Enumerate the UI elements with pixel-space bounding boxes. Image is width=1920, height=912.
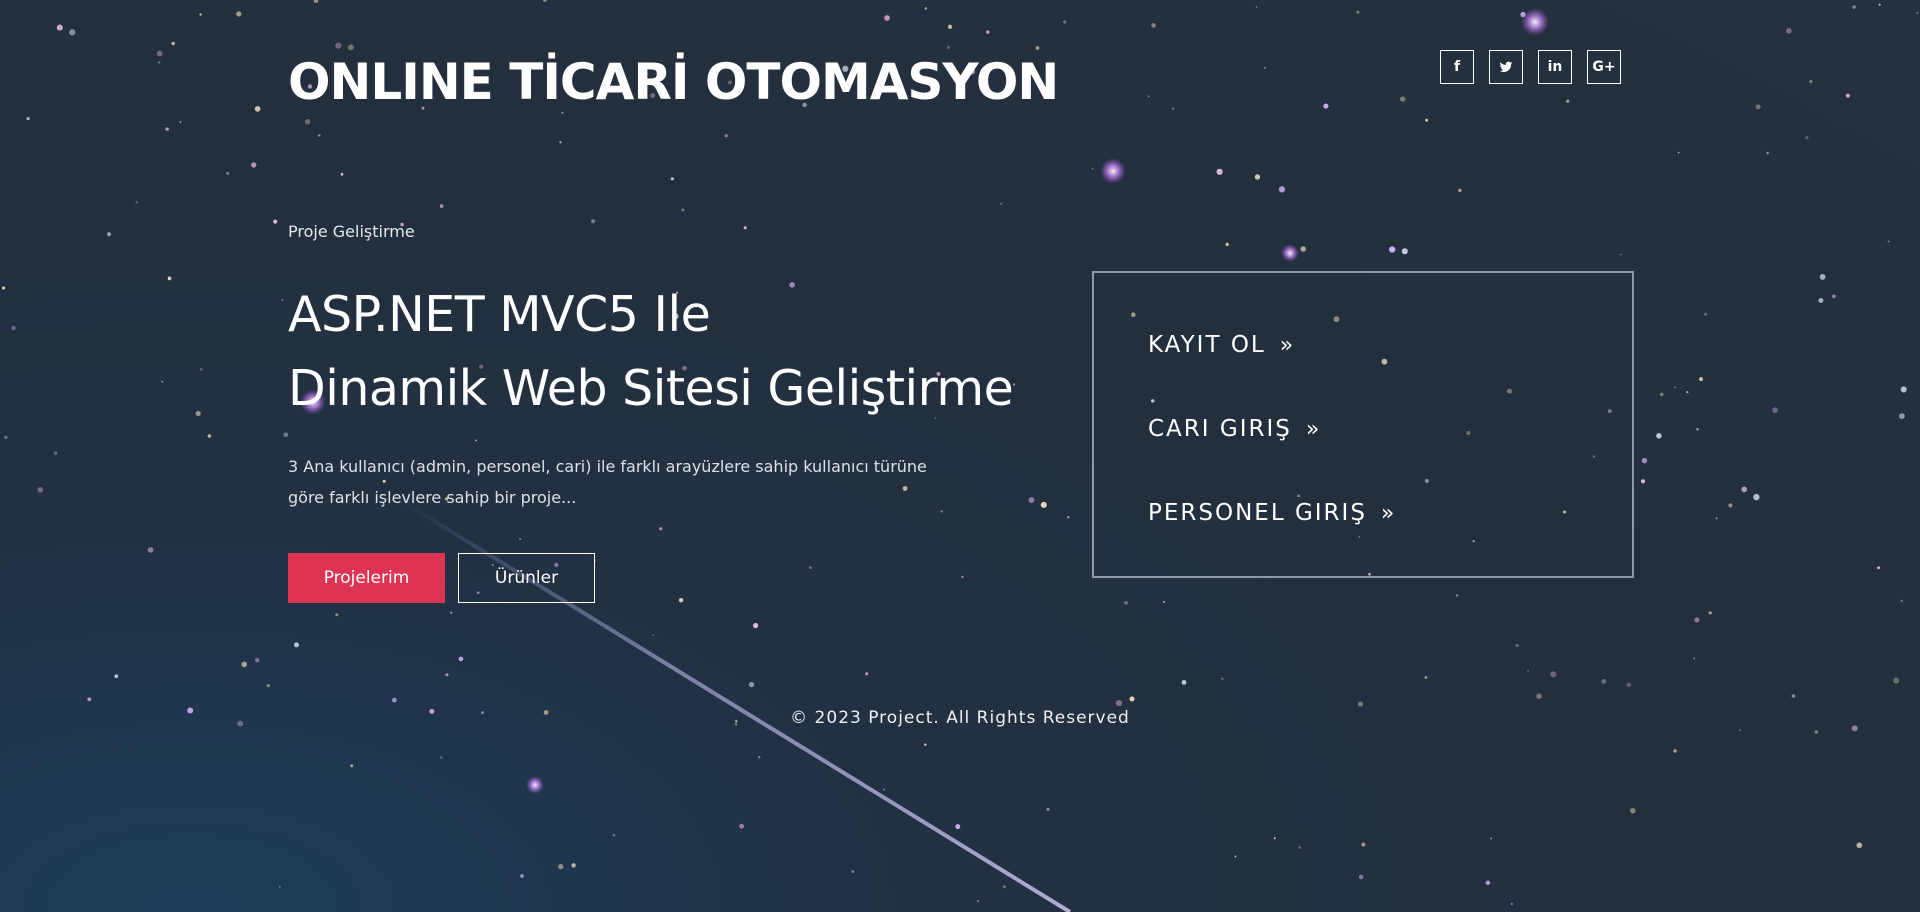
facebook-icon[interactable]: f: [1440, 50, 1474, 84]
urunler-button[interactable]: Ürünler: [458, 553, 595, 603]
hero-description-line-1: 3 Ana kullanıcı (admin, personel, cari) …: [288, 457, 927, 476]
hero-headline-line-2: Dinamik Web Sitesi Geliştirme: [288, 360, 1014, 417]
google-plus-icon[interactable]: G+: [1587, 50, 1621, 84]
kayit-ol-label: KAYIT OL: [1148, 332, 1266, 358]
cari-giris-label: CARI GIRIŞ: [1148, 416, 1292, 442]
hero-headline-line-1: ASP.NET MVC5 Ile: [288, 286, 711, 343]
site-title[interactable]: ONLINE TİCARİ OTOMASYON: [288, 48, 1059, 116]
social-links: f in G+: [1440, 50, 1621, 84]
double-chevron-right-icon: »: [1380, 500, 1395, 526]
hero-description-line-2: göre farklı işlevlere sahip bir proje...: [288, 488, 577, 507]
personel-giris-link[interactable]: PERSONEL GIRIŞ »: [1148, 495, 1394, 531]
linkedin-icon[interactable]: in: [1538, 50, 1572, 84]
login-options-box: KAYIT OL » CARI GIRIŞ » PERSONEL GIRIŞ »: [1092, 271, 1634, 578]
double-chevron-right-icon: »: [1305, 416, 1320, 442]
page-content: ONLINE TİCARİ OTOMASYON f in G+ Proje Ge…: [0, 0, 1920, 912]
hero-headline: ASP.NET MVC5 Ile Dinamik Web Sitesi Geli…: [288, 278, 1014, 426]
footer-copyright: © 2023 Project. All Rights Reserved: [790, 708, 1130, 728]
projelerim-button[interactable]: Projelerim: [288, 553, 445, 603]
hero-description: 3 Ana kullanıcı (admin, personel, cari) …: [288, 451, 988, 513]
personel-giris-label: PERSONEL GIRIŞ: [1148, 500, 1367, 526]
twitter-bird-icon: [1499, 61, 1513, 73]
twitter-icon[interactable]: [1489, 50, 1523, 84]
hero-kicker: Proje Geliştirme: [288, 222, 415, 241]
kayit-ol-link[interactable]: KAYIT OL »: [1148, 327, 1293, 363]
cari-giris-link[interactable]: CARI GIRIŞ »: [1148, 411, 1319, 447]
double-chevron-right-icon: »: [1279, 332, 1294, 358]
